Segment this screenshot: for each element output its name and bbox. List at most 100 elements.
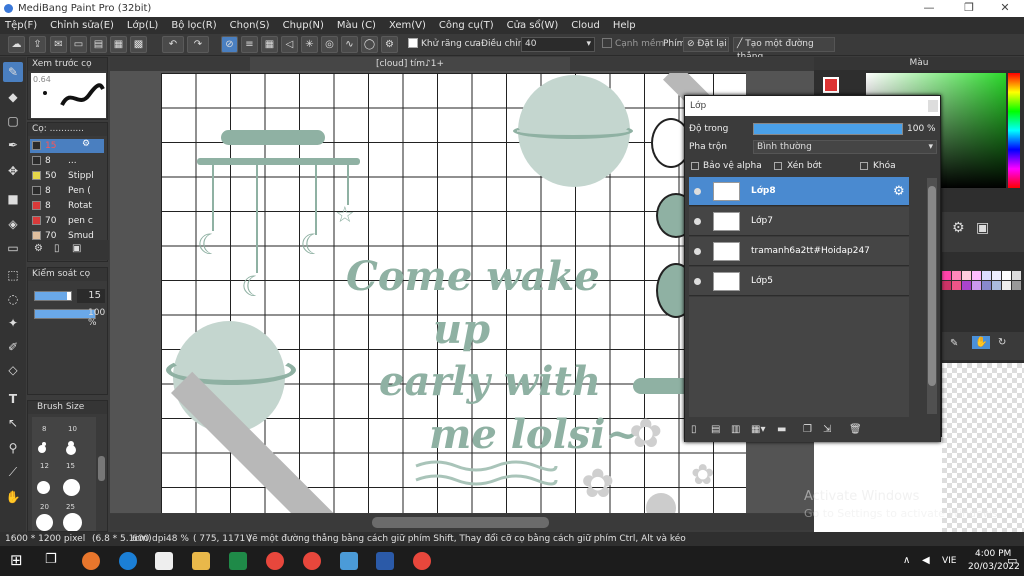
lock-checkbox[interactable] (860, 162, 868, 170)
new-halftone-layer-icon[interactable]: ▤ (711, 424, 720, 435)
chrome-profile-icon[interactable] (303, 552, 321, 570)
eye-icon[interactable] (694, 188, 701, 195)
protect-alpha-checkbox[interactable] (691, 162, 699, 170)
gear-icon[interactable]: ⚙ (82, 139, 90, 149)
size-dot[interactable] (36, 514, 53, 531)
menu-capture[interactable]: Chụp(N) (283, 20, 324, 31)
hand-icon[interactable]: ✋ (972, 336, 991, 349)
settings-icon[interactable]: ⚙ (952, 220, 965, 236)
layer-row[interactable]: Lớp8 ⚙ (689, 177, 909, 206)
new-1bit-layer-icon[interactable]: ▥ (731, 424, 740, 435)
size-dot[interactable] (38, 445, 46, 453)
chrome-alt-icon[interactable] (413, 552, 431, 570)
reset-button[interactable]: ⊘ Đặt lại (683, 37, 729, 52)
brush-item[interactable]: 8 Pen ( (30, 184, 104, 198)
chat-icon[interactable]: ✉ (50, 36, 67, 53)
word-icon[interactable] (376, 552, 394, 570)
opacity-slider[interactable] (34, 309, 96, 319)
snap-ellipse-icon[interactable]: ◯ (361, 36, 378, 53)
operation-tool-icon[interactable]: ↖ (3, 413, 23, 433)
rotate-icon[interactable]: ↻ (998, 337, 1006, 348)
pen-icon[interactable]: ✎ (950, 338, 958, 349)
folder-icon[interactable]: ▬ (777, 424, 786, 435)
size-scrollbar[interactable] (98, 456, 105, 481)
dropper-icon[interactable]: ⟋ (3, 462, 23, 482)
menu-select[interactable]: Chọn(S) (230, 20, 270, 31)
blend-select[interactable]: Bình thường ▾ (753, 140, 937, 154)
text-tool-icon[interactable]: T (3, 389, 23, 409)
medibang-icon[interactable] (340, 552, 358, 570)
grid-icon[interactable]: ▩ (130, 36, 147, 53)
edge-checkbox[interactable] (602, 38, 612, 48)
cloud-icon[interactable]: ☁ (8, 36, 25, 53)
eraser-tool-icon[interactable]: ◆ (3, 87, 23, 107)
antialias-checkbox[interactable] (408, 38, 418, 48)
snap-grid-icon[interactable]: ▦ (261, 36, 278, 53)
layer-opacity-slider[interactable] (753, 123, 903, 135)
palette-swatches[interactable] (942, 271, 1024, 299)
brush-tool-icon[interactable]: ✎ (3, 62, 23, 82)
hue-slider[interactable] (1008, 73, 1020, 188)
menu-file[interactable]: Tệp(F) (5, 20, 37, 31)
menu-help[interactable]: Help (613, 20, 636, 31)
layer-close-button[interactable] (928, 100, 938, 112)
eye-icon[interactable] (694, 248, 701, 255)
gradient-tool-icon[interactable]: ▭ (3, 238, 23, 258)
magic-wand-icon[interactable]: ✦ (3, 313, 23, 333)
brush-add-icon[interactable]: ▣ (72, 243, 81, 254)
size-value[interactable]: 15 (77, 289, 105, 303)
bucket-tool-icon[interactable]: ◈ (3, 214, 23, 234)
size-dot[interactable] (63, 479, 80, 496)
clock-time[interactable]: 4:00 PM (975, 549, 1011, 559)
layer-scrollbar[interactable] (927, 178, 937, 414)
language-indicator[interactable]: VIE (942, 556, 957, 566)
menu-layer[interactable]: Lớp(L) (127, 20, 158, 31)
add-layer-menu-icon[interactable]: ▦▾ (751, 424, 765, 435)
brush-item[interactable]: 8... (30, 154, 104, 168)
drawing-canvas[interactable]: ☾ ☾ ☾ ☆ Come wake up early with me lolsi… (161, 73, 746, 513)
close-button[interactable]: ✕ (993, 1, 1017, 16)
layer-icon[interactable]: ▣ (976, 220, 989, 236)
line-button[interactable]: ╱ Tạo một đường thẳng (733, 37, 835, 62)
new-layer-icon[interactable]: ▯ (691, 424, 697, 435)
pen-tool-icon[interactable]: ✒ (3, 135, 23, 155)
menu-view[interactable]: Xem(V) (389, 20, 426, 31)
snap-vanish-icon[interactable]: ◁ (281, 36, 298, 53)
eyedropper-icon[interactable]: ⚲ (3, 438, 23, 458)
move-tool-icon[interactable]: ✥ (3, 161, 23, 181)
lasso-tool-icon[interactable]: ◌ (3, 289, 23, 309)
speaker-icon[interactable]: ◀ (922, 555, 930, 566)
brush-item[interactable]: 15 ⚙ (30, 139, 104, 153)
primary-color-swatch[interactable] (823, 77, 839, 93)
eye-icon[interactable] (694, 218, 701, 225)
notification-icon[interactable]: ▭ (1007, 554, 1017, 567)
trash-icon[interactable]: 🗑 (849, 424, 862, 435)
canvas-tab[interactable]: [cloud] tím♪1+ (250, 57, 570, 71)
snap-radial-icon[interactable]: ✳ (301, 36, 318, 53)
brush-item[interactable]: 8 Rotat (30, 199, 104, 213)
snap-off-icon[interactable]: ⊘ (221, 36, 238, 53)
menu-tools[interactable]: Công cụ(T) (439, 20, 494, 31)
chrome-icon[interactable] (266, 552, 284, 570)
eye-icon[interactable] (694, 278, 701, 285)
select-pen-icon[interactable]: ✐ (3, 337, 23, 357)
menu-color[interactable]: Màu (C) (337, 20, 376, 31)
snap-curve-icon[interactable]: ∿ (341, 36, 358, 53)
hand-tool-icon[interactable]: ✋ (3, 487, 23, 507)
store-icon[interactable] (155, 552, 173, 570)
menu-edit[interactable]: Chỉnh sửa(E) (50, 20, 114, 31)
menu-cloud[interactable]: Cloud (571, 20, 600, 31)
layer-row[interactable]: tramanh6a2tt#Hoidap247 (689, 237, 909, 266)
select-tool-icon[interactable]: ⬚ (3, 265, 23, 285)
brush-new-icon[interactable]: ▯ (54, 243, 60, 254)
rect-tool-icon[interactable]: ▢ (3, 111, 23, 131)
firefox-icon[interactable] (82, 552, 100, 570)
gear-icon[interactable]: ⚙ (893, 184, 905, 199)
layer-row[interactable]: Lớp5 (689, 267, 909, 296)
upload-icon[interactable]: ⇪ (29, 36, 46, 53)
edge-icon[interactable] (119, 552, 137, 570)
menu-filter[interactable]: Bộ lọc(R) (171, 20, 216, 31)
snap-circle-icon[interactable]: ◎ (321, 36, 338, 53)
undo-icon[interactable]: ↶ (162, 36, 184, 53)
redo-icon[interactable]: ↷ (187, 36, 209, 53)
